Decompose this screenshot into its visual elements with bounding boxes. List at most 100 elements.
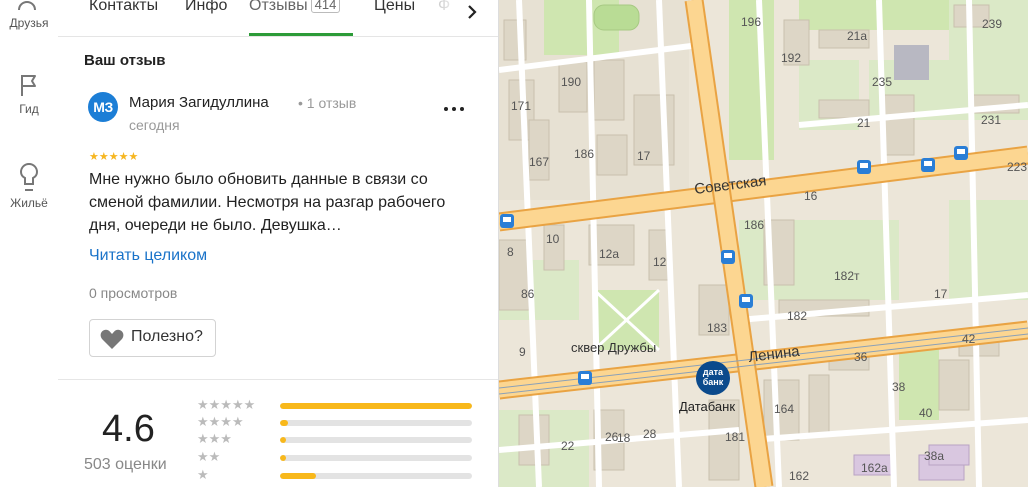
house-number-label: 223 <box>1007 160 1027 174</box>
house-number-label: 164 <box>774 402 794 416</box>
housing-icon <box>19 162 39 191</box>
house-number-label: 17 <box>934 287 948 301</box>
distribution-stars: ★★★ <box>197 431 232 446</box>
distribution-bar <box>280 420 472 426</box>
rating-count: 503 оценки <box>84 456 167 473</box>
distribution-stars: ★★★★ <box>197 414 244 429</box>
distribution-bar-fill <box>280 403 472 409</box>
distribution-bar-fill <box>280 420 288 426</box>
chevron-right-icon[interactable] <box>466 0 478 26</box>
rail-item-label: Гид <box>19 102 39 116</box>
house-number-label: 42 <box>962 332 976 346</box>
place-label: Датабанк <box>679 399 735 414</box>
reviews-count-badge: 414 <box>310 0 341 13</box>
distribution-bar-fill <box>280 437 286 443</box>
house-number-label: 181 <box>725 430 745 444</box>
left-rail: Друзья Гид Жильё <box>0 0 59 487</box>
bus-stop-icon[interactable] <box>721 250 735 264</box>
svg-text:дата: дата <box>703 367 724 377</box>
distribution-bar-fill <box>280 455 286 461</box>
author-reviews-count: • 1 отзыв <box>298 95 357 111</box>
house-number-label: 162а <box>861 461 888 475</box>
house-number-label: 8 <box>507 245 514 259</box>
house-number-label: 235 <box>872 75 892 89</box>
map[interactable]: Советская Ленина сквер Дружбы Датабанк д… <box>499 0 1028 487</box>
house-number-label: 171 <box>511 99 531 113</box>
house-number-label: 239 <box>982 17 1002 31</box>
distribution-stars: ★★★★★ <box>197 397 256 412</box>
house-number-label: 9 <box>519 345 526 359</box>
review-text: Мне нужно было обновить данные в связи с… <box>89 171 446 234</box>
bus-stop-icon[interactable] <box>739 294 753 308</box>
house-number-label: 196 <box>741 15 761 29</box>
bus-stop-icon[interactable] <box>500 214 514 228</box>
rail-item-friends[interactable]: Друзья <box>0 0 58 30</box>
flag-icon <box>21 75 36 96</box>
distribution-stars: ★★ <box>197 449 221 464</box>
databank-marker[interactable]: дата банк <box>696 361 730 395</box>
more-icon <box>444 107 464 111</box>
house-number-label: 10 <box>546 232 560 246</box>
house-number-label: 190 <box>561 75 581 89</box>
tab-info[interactable]: Инфо <box>185 0 227 15</box>
house-number-label: 26 <box>605 430 619 444</box>
house-number-label: 40 <box>919 406 933 420</box>
house-number-label: 12а <box>599 247 619 261</box>
map-canvas[interactable]: Советская Ленина сквер Дружбы Датабанк д… <box>499 0 1028 487</box>
place-panel: Контакты Инфо Отзывы414 Цены Ф Ваш отзыв… <box>58 0 499 487</box>
house-number-label: 21а <box>847 29 867 43</box>
review-date: сегодня <box>129 117 180 133</box>
bus-stop-icon[interactable] <box>921 158 935 172</box>
house-number-label: 38 <box>892 380 906 394</box>
tab-contacts[interactable]: Контакты <box>89 0 158 15</box>
bus-stop-icon[interactable] <box>578 371 592 385</box>
overall-rating: 4.6 <box>102 408 155 450</box>
review-views: 0 просмотров <box>89 285 178 301</box>
house-number-label: 182 <box>787 309 807 323</box>
house-number-label: 12 <box>653 255 667 269</box>
divider <box>58 379 498 380</box>
heart-icon <box>100 329 124 349</box>
useful-label: Полезно? <box>131 328 203 345</box>
tab-reviews[interactable]: Отзывы 414 <box>249 0 341 15</box>
house-number-label: 36 <box>854 350 868 364</box>
house-number-label: 183 <box>707 321 727 335</box>
useful-button[interactable]: Полезно? <box>89 319 216 357</box>
rail-item-housing[interactable]: Жильё <box>0 160 58 210</box>
avatar[interactable]: МЗ <box>88 92 118 122</box>
house-number-label: 186 <box>744 218 764 232</box>
house-number-label: 192 <box>781 51 801 65</box>
more-options-button[interactable] <box>443 96 465 117</box>
place-label: сквер Дружбы <box>571 340 656 355</box>
distribution-bar <box>280 455 472 461</box>
house-number-label: 28 <box>643 427 657 441</box>
house-number-label: 22 <box>561 439 575 453</box>
house-number-label: 16 <box>804 189 818 203</box>
review-author[interactable]: Мария Загидуллина <box>129 94 269 111</box>
house-number-label: 21 <box>857 116 871 130</box>
distribution-bar <box>280 437 472 443</box>
bus-stop-icon[interactable] <box>857 160 871 174</box>
active-tab-indicator <box>249 33 353 36</box>
house-number-label: 38а <box>924 449 944 463</box>
rail-item-label: Жильё <box>10 196 48 210</box>
section-title: Ваш отзыв <box>84 52 166 69</box>
tab-prices[interactable]: Цены <box>374 0 415 15</box>
house-number-label: 162 <box>789 469 809 483</box>
friends-icon <box>18 0 36 11</box>
distribution-stars: ★ <box>197 467 209 482</box>
distribution-bar-fill <box>280 473 316 479</box>
rail-item-guide[interactable]: Гид <box>0 72 58 116</box>
review-stars: ★★★★★ <box>89 151 139 163</box>
house-number-label: 167 <box>529 155 549 169</box>
svg-text:банк: банк <box>703 377 724 387</box>
tab-bar: Контакты Инфо Отзывы414 Цены Ф <box>58 0 498 37</box>
house-number-label: 18 <box>617 431 631 445</box>
house-number-label: 17 <box>637 149 651 163</box>
distribution-bar <box>280 403 472 409</box>
bus-stop-icon[interactable] <box>954 146 968 160</box>
house-number-label: 186 <box>574 147 594 161</box>
read-more-link[interactable]: Читать целиком <box>89 247 207 265</box>
house-number-label: 231 <box>981 113 1001 127</box>
house-number-label: 182т <box>834 269 860 283</box>
